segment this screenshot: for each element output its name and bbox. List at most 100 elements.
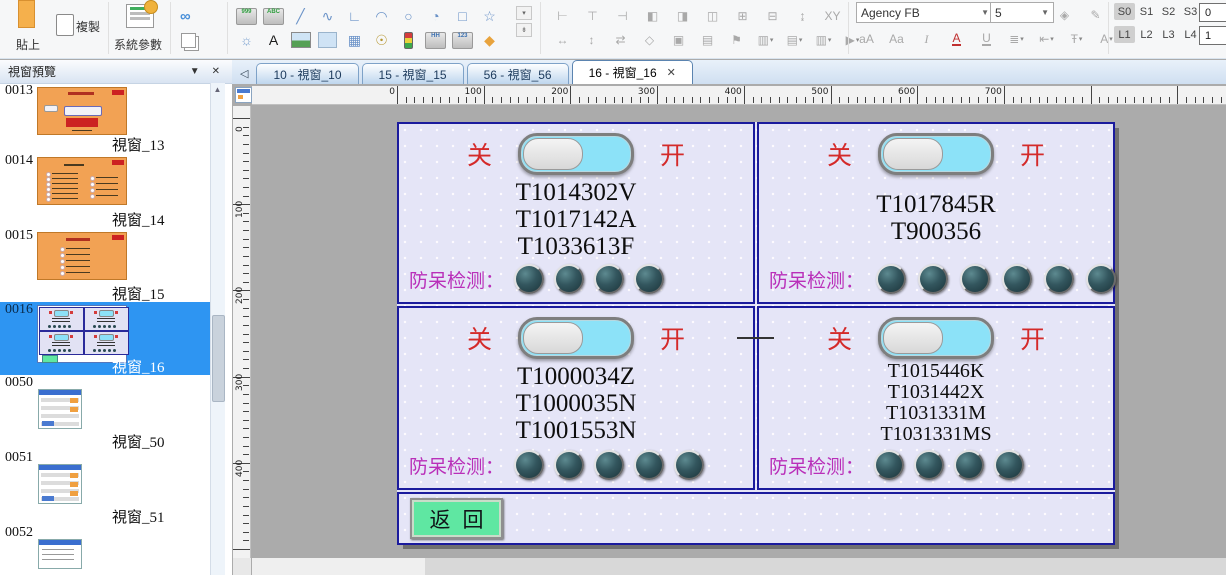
indicator-lamp[interactable] xyxy=(634,264,664,294)
tab-window-4[interactable]: 16 - 視窗_16✕ xyxy=(572,60,693,84)
hscrollbar-thumb[interactable] xyxy=(425,558,1226,575)
pane-menu-icon[interactable]: ▼ xyxy=(190,66,200,77)
text-tool-icon[interactable]: A xyxy=(263,31,284,49)
paste-icon[interactable] xyxy=(18,0,35,28)
indicator-lamp[interactable] xyxy=(1086,264,1116,294)
product-code[interactable]: T1017845R xyxy=(759,191,1113,218)
picture-icon[interactable] xyxy=(290,31,311,49)
window-thumbnail[interactable] xyxy=(37,157,127,205)
sidebar-item-0015[interactable]: 0015視窗_15 xyxy=(0,228,210,302)
object-gallery-more-icon[interactable]: ⇟ xyxy=(516,23,532,37)
off-label[interactable]: 关 xyxy=(467,136,492,172)
window-thumbnail[interactable] xyxy=(37,305,127,363)
product-code[interactable]: T900356 xyxy=(759,218,1113,245)
size-height-icon[interactable]: ↨ xyxy=(792,7,813,25)
format-painter-icon[interactable]: ✎ xyxy=(1085,6,1106,24)
indicator-lamp[interactable] xyxy=(994,450,1024,480)
window-thumbnail[interactable] xyxy=(38,464,82,504)
indicator-lamp[interactable] xyxy=(914,450,944,480)
layer-l4-button[interactable]: L4 xyxy=(1180,26,1201,43)
product-code[interactable]: T1033613F xyxy=(399,233,753,260)
pie-tool-icon[interactable]: ◔ xyxy=(425,7,446,25)
line-tool-icon[interactable]: ╱ xyxy=(290,7,311,25)
sidebar-item-0052[interactable]: 0052 xyxy=(0,525,210,575)
move-up-icon[interactable]: ▤▾ xyxy=(784,31,805,49)
numeric-display-icon[interactable]: 999 xyxy=(236,7,257,25)
move-down-icon[interactable]: ▥▾ xyxy=(813,31,834,49)
layer-l2-button[interactable]: L2 xyxy=(1136,26,1157,43)
tab-window-2[interactable]: 15 - 視窗_15 xyxy=(362,63,464,84)
detect-label[interactable]: 防呆检测： xyxy=(409,266,504,293)
close-tab-icon[interactable]: ✕ xyxy=(667,66,676,79)
lamp-object-icon[interactable]: ☉ xyxy=(371,31,392,49)
arc-tool-icon[interactable]: ◠ xyxy=(371,7,392,25)
xy-position-icon[interactable]: XY xyxy=(822,7,843,25)
bring-front-icon[interactable]: ▥▾ xyxy=(755,31,776,49)
window-thumbnail[interactable] xyxy=(37,232,127,280)
copy-button[interactable]: 複製 xyxy=(76,18,100,35)
canvas-horizontal-scrollbar[interactable] xyxy=(252,558,1226,575)
object-gallery-up-icon[interactable]: ▾ xyxy=(516,6,532,20)
toggle-switch[interactable] xyxy=(518,133,634,175)
font-enlarge-icon[interactable]: aA xyxy=(856,30,877,48)
indicator-lamp[interactable] xyxy=(634,450,664,480)
make-same-size-icon[interactable]: ⇄ xyxy=(610,31,631,49)
align-bottom-icon[interactable]: ◫ xyxy=(702,7,723,25)
system-parameters-button[interactable]: 系統參數 xyxy=(114,36,162,53)
indicator-lamp[interactable] xyxy=(554,450,584,480)
copy-icon[interactable] xyxy=(56,14,74,36)
product-code[interactable]: T1014302V xyxy=(399,179,753,206)
product-codes[interactable]: T1015446KT1031442XT1031331MT1031331MS xyxy=(759,361,1113,445)
back-button[interactable]: 返回 xyxy=(410,498,503,539)
sidebar-item-0050[interactable]: 0050視窗_50 xyxy=(0,375,210,450)
italic-icon[interactable]: I xyxy=(916,30,937,48)
state-s0-button[interactable]: S0 xyxy=(1114,3,1135,20)
align-left-icon[interactable]: ⊢ xyxy=(552,7,573,25)
sidebar-item-0013[interactable]: 0013視窗_13 xyxy=(0,83,210,153)
toggle-switch[interactable] xyxy=(518,317,634,359)
indicator-lamp[interactable] xyxy=(1044,264,1074,294)
window-thumbnail[interactable] xyxy=(37,87,127,135)
burst-icon[interactable]: ☼ xyxy=(236,31,257,49)
product-code[interactable]: T1031331MS xyxy=(759,424,1113,445)
make-same-height-icon[interactable]: ↕ xyxy=(581,31,602,49)
indicator-lamp[interactable] xyxy=(674,450,704,480)
product-code[interactable]: T1000034Z xyxy=(399,363,753,390)
toggle-switch[interactable] xyxy=(878,133,994,175)
scroll-up-icon[interactable]: ▲ xyxy=(212,85,223,97)
font-shrink-icon[interactable]: Aa xyxy=(886,30,907,48)
tab-window-1[interactable]: 10 - 視窗_10 xyxy=(256,63,358,84)
product-code[interactable]: T1015446K xyxy=(759,361,1113,382)
toggle-switch[interactable] xyxy=(878,317,994,359)
ruler-corner-icon[interactable] xyxy=(235,87,252,103)
product-code[interactable]: T1031331M xyxy=(759,403,1113,424)
indicator-lamp[interactable] xyxy=(876,264,906,294)
indicator-lamp[interactable] xyxy=(514,264,544,294)
off-label[interactable]: 关 xyxy=(827,320,852,356)
align-center-h-icon[interactable]: ⊤ xyxy=(582,7,603,25)
pane-close-icon[interactable]: ✕ xyxy=(212,66,220,77)
star-tool-icon[interactable]: ☆ xyxy=(479,7,500,25)
scrollbar-thumb[interactable] xyxy=(212,315,225,402)
table-icon[interactable]: ▦ xyxy=(344,31,365,49)
rectangle-tool-icon[interactable]: □ xyxy=(452,7,473,25)
product-codes[interactable]: T1014302VT1017142AT1033613F xyxy=(399,179,753,260)
numeric-object-icon[interactable]: 123 xyxy=(452,31,473,49)
on-label[interactable]: 开 xyxy=(660,320,685,356)
style-copy-icon[interactable]: ◈ xyxy=(1054,6,1075,24)
design-canvas[interactable]: 关开T1014302VT1017142AT1033613F防呆检测：关开T101… xyxy=(251,105,1226,558)
sidebar-scrollbar[interactable]: ▲ xyxy=(210,83,225,575)
on-label[interactable]: 开 xyxy=(660,136,685,172)
product-code[interactable]: T1001553N xyxy=(399,417,753,444)
sidebar-item-0016[interactable]: 0016視窗_16 xyxy=(0,302,210,375)
v-text-align-icon[interactable]: Ŧ▾ xyxy=(1066,30,1087,48)
state-s1-button[interactable]: S1 xyxy=(1136,3,1157,20)
indicator-lamp[interactable] xyxy=(918,264,948,294)
indicator-lamp[interactable] xyxy=(960,264,990,294)
indicator-lamp[interactable] xyxy=(514,450,544,480)
font-size-select[interactable]: 5▼ xyxy=(990,2,1054,23)
indicator-lamp[interactable] xyxy=(1002,264,1032,294)
product-code[interactable]: T1017142A xyxy=(399,206,753,233)
indicator-lamp[interactable] xyxy=(594,450,624,480)
font-family-select[interactable]: Agency FB▼ xyxy=(856,2,994,23)
